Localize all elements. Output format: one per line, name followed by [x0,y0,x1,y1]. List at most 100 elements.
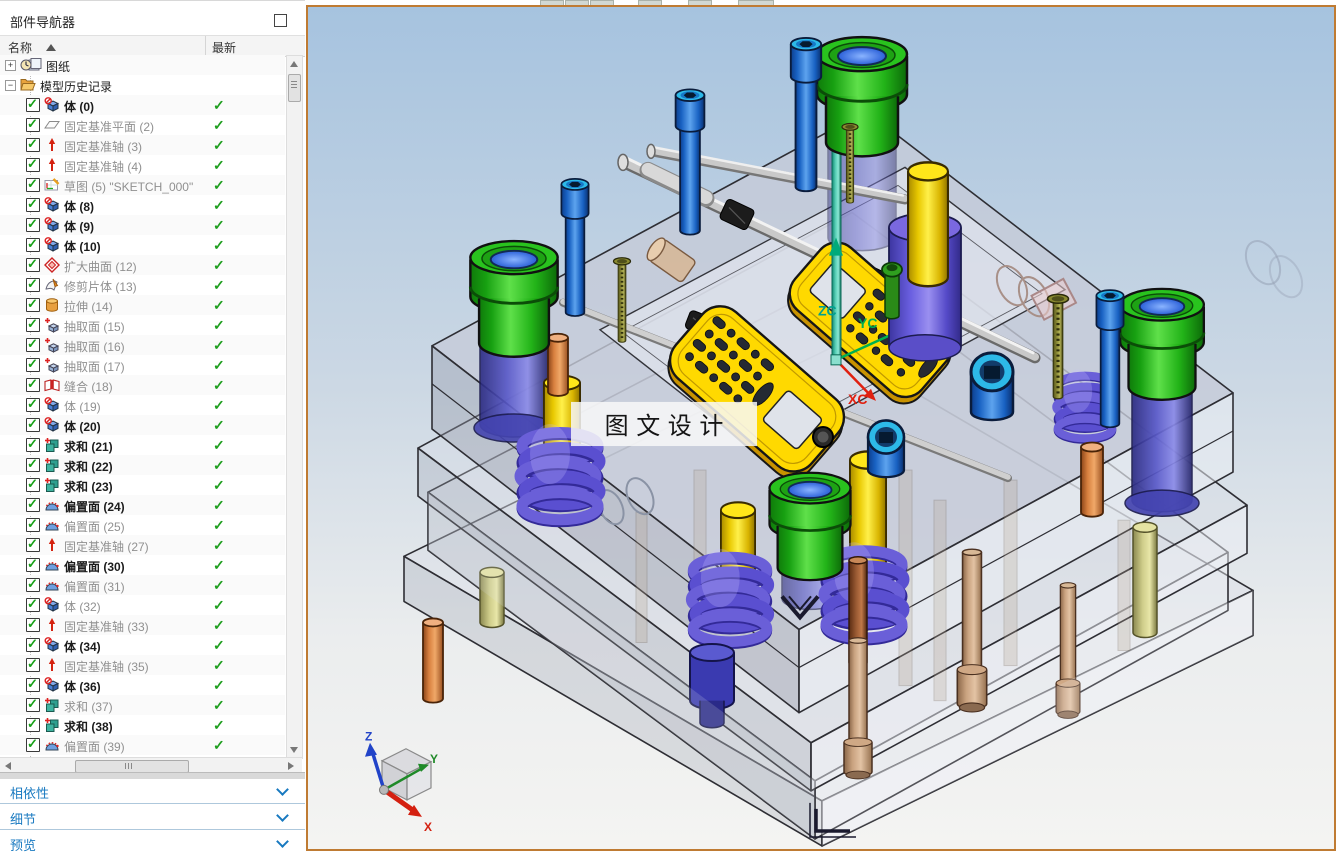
node-label[interactable]: 抽取面 (17) [64,358,125,375]
tree-row[interactable]: 固定基准轴 (33) [0,615,285,635]
node-label[interactable]: 固定基准轴 (35) [64,658,149,675]
tree-row[interactable]: − 模型历史记录 [0,75,285,95]
node-label[interactable]: 体 (32) [64,598,101,615]
tree-row[interactable]: 拉伸 (14) [0,295,285,315]
node-checkbox[interactable] [26,96,40,112]
node-label[interactable]: 模型历史记录 [40,78,112,95]
tree-row[interactable]: 体 (20) [0,415,285,435]
tree-row[interactable]: 求和 (23) [0,475,285,495]
sort-ascending-icon[interactable] [46,44,57,51]
node-checkbox[interactable] [26,276,40,292]
tree-row[interactable]: 求和 (38) [0,715,285,735]
node-label[interactable]: 修剪片体 (13) [64,278,137,295]
node-checkbox[interactable] [26,396,40,412]
node-checkbox[interactable] [26,636,40,652]
chevron-down-icon[interactable] [278,837,287,846]
node-checkbox[interactable] [26,556,40,572]
node-checkbox[interactable] [26,136,40,152]
node-label[interactable]: 抽取面 (15) [64,318,125,335]
tree-row[interactable]: 偏置面 (39) [0,735,285,755]
node-checkbox[interactable] [26,736,40,752]
scroll-left-icon[interactable] [5,762,11,770]
node-checkbox[interactable] [26,416,40,432]
node-checkbox[interactable] [26,196,40,212]
chevron-down-icon[interactable] [278,811,287,820]
node-label[interactable]: 求和 (23) [64,478,113,495]
node-label[interactable]: 偏置面 (31) [64,578,125,595]
vertical-scroll-thumb[interactable] [288,74,301,102]
tree-row[interactable]: 修剪片体 (13) [0,275,285,295]
node-checkbox[interactable] [26,536,40,552]
tree-row[interactable]: 体 (32) [0,595,285,615]
tree-row[interactable]: 体 (19) [0,395,285,415]
tree-row[interactable]: 体 (9) [0,215,285,235]
tree-row[interactable]: 求和 (37) [0,695,285,715]
tree-row[interactable]: 偏置面 (31) [0,575,285,595]
node-label[interactable]: 偏置面 (25) [64,518,125,535]
scroll-right-icon[interactable] [288,762,294,770]
node-checkbox[interactable] [26,336,40,352]
tree-row[interactable]: 固定基准轴 (27) [0,535,285,555]
node-label[interactable]: 固定基准轴 (3) [64,138,142,155]
node-checkbox[interactable] [26,116,40,132]
tree-row[interactable]: 偏置面 (24) [0,495,285,515]
node-label[interactable]: 拉伸 (14) [64,298,113,315]
node-checkbox[interactable] [26,576,40,592]
node-label[interactable]: 偏置面 (39) [64,738,125,755]
node-label[interactable]: 体 (0) [64,98,94,115]
expander-icon[interactable]: − [5,80,16,91]
tree-row[interactable]: 抽取面 (17) [0,355,285,375]
section-预览[interactable]: 预览 [0,830,305,852]
node-label[interactable]: 体 (19) [64,398,101,415]
node-label[interactable]: 体 (34) [64,638,101,655]
node-checkbox[interactable] [26,216,40,232]
column-status[interactable]: 最新 [212,39,236,56]
tree-row[interactable]: 求和 (22) [0,455,285,475]
tree-row[interactable]: 体 (36) [0,675,285,695]
tree-row[interactable]: 体 (10) [0,235,285,255]
node-label[interactable]: 扩大曲面 (12) [64,258,137,275]
tree-row[interactable]: 抽取面 (15) [0,315,285,335]
node-label[interactable]: 草图 (5) "SKETCH_000" [64,178,193,195]
horizontal-scrollbar[interactable] [0,757,302,773]
node-checkbox[interactable] [26,356,40,372]
node-label[interactable]: 固定基准轴 (33) [64,618,149,635]
tree-row[interactable]: 体 (0) [0,95,285,115]
tree-row[interactable]: 固定基准平面 (2) [0,115,285,135]
column-name[interactable]: 名称 [8,39,57,56]
node-label[interactable]: 求和 (22) [64,458,113,475]
node-label[interactable]: 体 (36) [64,678,101,695]
vertical-scrollbar[interactable] [286,55,303,759]
node-checkbox[interactable] [26,256,40,272]
float-window-icon[interactable] [274,14,287,27]
node-label[interactable]: 固定基准轴 (27) [64,538,149,555]
node-checkbox[interactable] [26,436,40,452]
tree-row[interactable]: 缝合 (18) [0,375,285,395]
node-checkbox[interactable] [26,236,40,252]
node-label[interactable]: 缝合 (18) [64,378,113,395]
node-checkbox[interactable] [26,616,40,632]
node-checkbox[interactable] [26,376,40,392]
node-label[interactable]: 求和 (21) [64,438,113,455]
scroll-up-icon[interactable] [290,61,298,67]
node-checkbox[interactable] [26,696,40,712]
scroll-down-icon[interactable] [290,747,298,753]
tree-column-header[interactable]: 名称 最新 [0,35,305,57]
tree-row[interactable]: 体 (34) [0,635,285,655]
node-checkbox[interactable] [26,156,40,172]
node-label[interactable]: 体 (8) [64,198,94,215]
tree-row[interactable]: 偏置面 (25) [0,515,285,535]
node-label[interactable]: 体 (10) [64,238,101,255]
node-label[interactable]: 体 (20) [64,418,101,435]
node-label[interactable]: 固定基准平面 (2) [64,118,154,135]
node-label[interactable]: 求和 (38) [64,718,113,735]
tree-row[interactable]: 固定基准轴 (4) [0,155,285,175]
node-label[interactable]: 偏置面 (30) [64,558,125,575]
node-label[interactable]: 求和 (37) [64,698,113,715]
tree-row[interactable]: 扩大曲面 (12) [0,255,285,275]
tree-row[interactable]: 草图 (5) "SKETCH_000" [0,175,285,195]
node-label[interactable]: 图纸 [46,58,70,75]
3d-viewport[interactable]: ZC YC XC 图 文 设 计 Z Y X [306,5,1336,851]
node-checkbox[interactable] [26,296,40,312]
node-checkbox[interactable] [26,176,40,192]
